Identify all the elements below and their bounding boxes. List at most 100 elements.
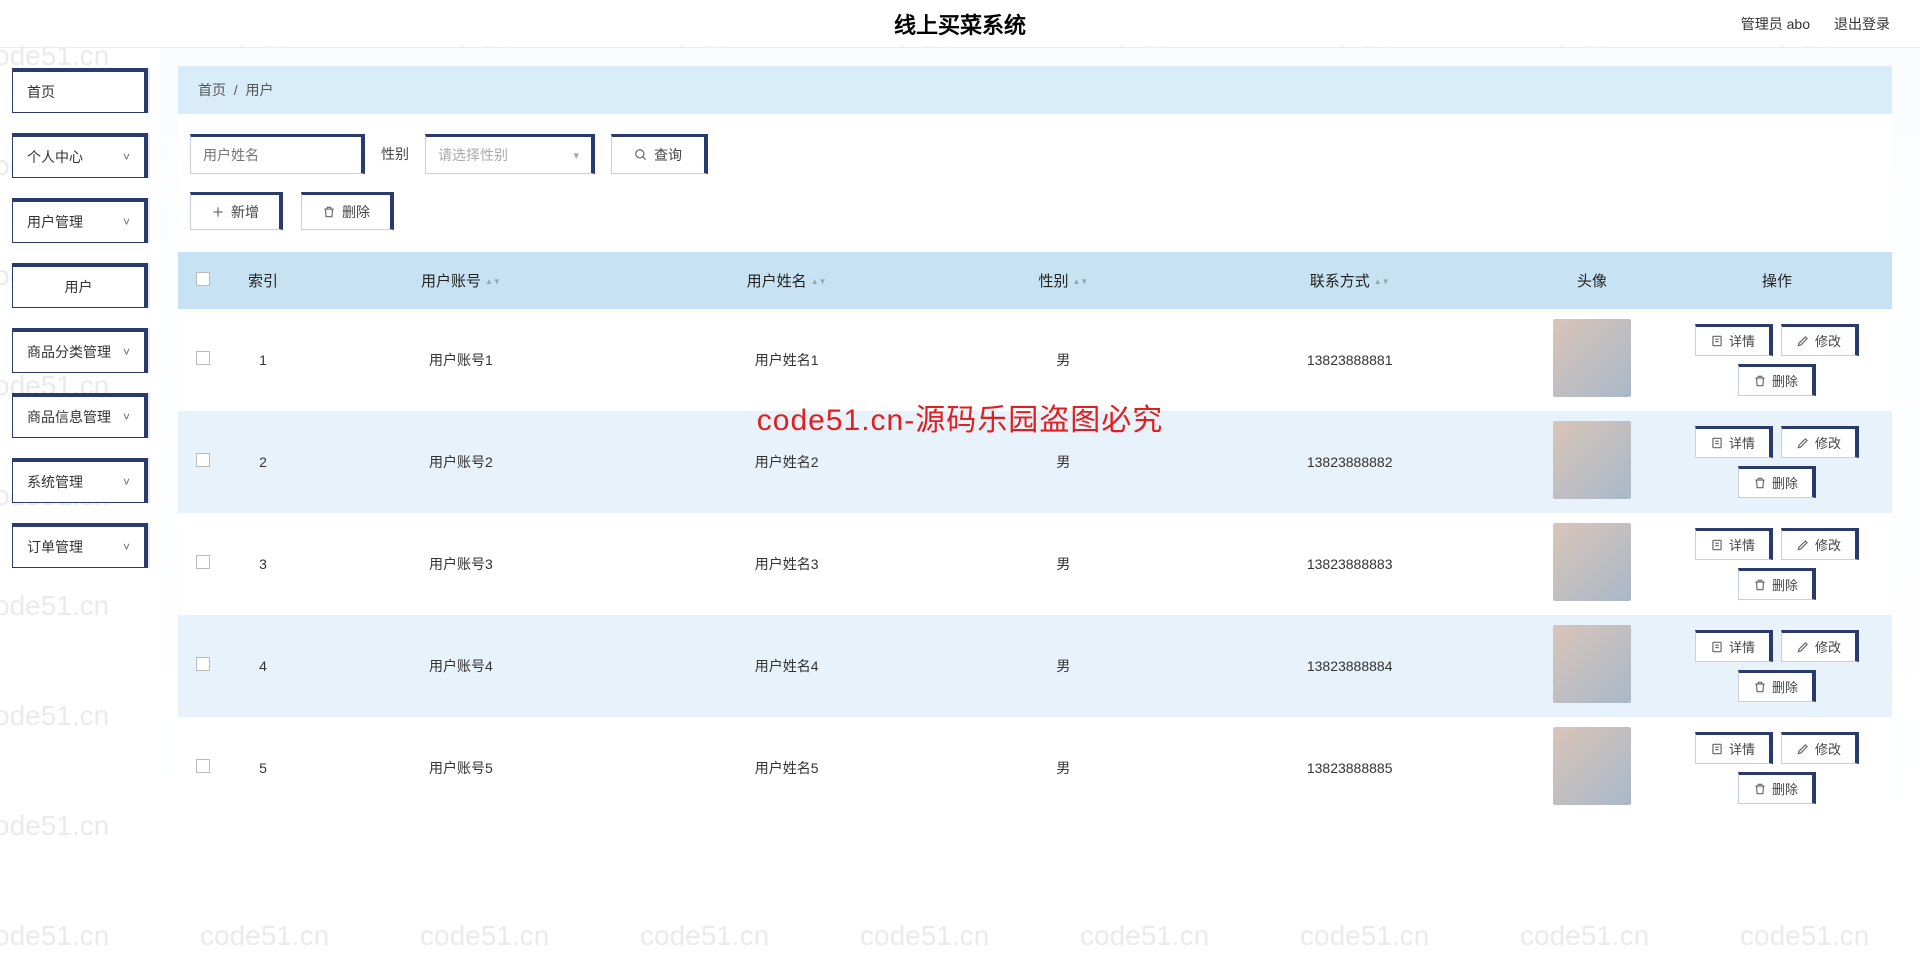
- row-delete-button[interactable]: 删除: [1738, 466, 1816, 498]
- cell-gender: 男: [949, 717, 1177, 819]
- avatar: [1553, 625, 1631, 703]
- sidebar-item-5[interactable]: 商品信息管理 ˅: [12, 393, 148, 438]
- delete-button[interactable]: 删除: [301, 192, 394, 230]
- search-toolbar: 性别 请选择性别 ▾ 查询: [190, 134, 1892, 174]
- table-row: 1用户账号1用户姓名1男13823888881详情修改删除: [178, 309, 1892, 411]
- chevron-down-icon: ˅: [123, 345, 130, 359]
- edit-button[interactable]: 修改: [1781, 732, 1859, 764]
- cell-name: 用户姓名4: [624, 615, 950, 717]
- row-delete-button[interactable]: 删除: [1738, 772, 1816, 804]
- detail-button[interactable]: 详情: [1695, 324, 1773, 356]
- logout-link[interactable]: 退出登录: [1834, 14, 1890, 34]
- sort-icon[interactable]: ▲▼: [1072, 279, 1088, 285]
- detail-button[interactable]: 详情: [1695, 732, 1773, 764]
- cell-account: 用户账号1: [298, 309, 624, 411]
- edit-button[interactable]: 修改: [1781, 426, 1859, 458]
- user-table: 索引 用户账号▲▼ 用户姓名▲▼ 性别▲▼ 联系方式▲▼ 头像 操作 1用户账号…: [178, 252, 1892, 819]
- sort-icon[interactable]: ▲▼: [1374, 279, 1390, 285]
- sidebar-item-4[interactable]: 商品分类管理 ˅: [12, 328, 148, 373]
- avatar: [1553, 727, 1631, 805]
- gender-label: 性别: [381, 144, 409, 164]
- select-all-checkbox[interactable]: [196, 272, 210, 286]
- row-checkbox[interactable]: [196, 351, 210, 365]
- cell-contact: 13823888885: [1177, 717, 1522, 819]
- avatar: [1553, 523, 1631, 601]
- sidebar-item-label: 商品信息管理: [27, 407, 111, 427]
- header: 线上买菜系统 管理员 abo 退出登录: [0, 0, 1920, 48]
- sort-icon[interactable]: ▲▼: [811, 279, 827, 285]
- cell-index: 2: [228, 411, 298, 513]
- detail-button[interactable]: 详情: [1695, 528, 1773, 560]
- admin-label[interactable]: 管理员 abo: [1741, 14, 1810, 34]
- sidebar-item-label: 用户: [65, 277, 93, 297]
- cell-gender: 男: [949, 615, 1177, 717]
- avatar: [1553, 421, 1631, 499]
- row-delete-button[interactable]: 删除: [1738, 670, 1816, 702]
- chevron-down-icon: ˅: [123, 475, 130, 489]
- detail-button[interactable]: 详情: [1695, 630, 1773, 662]
- sidebar-item-label: 系统管理: [27, 472, 83, 492]
- table-row: 2用户账号2用户姓名2男13823888882 详情修改删除: [178, 411, 1892, 513]
- chevron-down-icon: ˅: [123, 215, 130, 229]
- cell-account: 用户账号4: [298, 615, 624, 717]
- breadcrumb-current: 用户: [245, 82, 273, 98]
- sort-icon[interactable]: ▲▼: [485, 279, 501, 285]
- cell-account: 用户账号2: [298, 411, 624, 513]
- sidebar-item-1[interactable]: 个人中心 ˅: [12, 133, 148, 178]
- search-name-input[interactable]: [190, 134, 365, 174]
- chevron-down-icon: ˅: [123, 150, 130, 164]
- cell-name: 用户姓名2: [624, 411, 950, 513]
- sidebar-item-label: 首页: [27, 82, 55, 102]
- cell-account: 用户账号3: [298, 513, 624, 615]
- breadcrumb: 首页 / 用户: [178, 66, 1892, 114]
- plus-icon: [211, 205, 225, 219]
- cell-index: 3: [228, 513, 298, 615]
- row-delete-button[interactable]: 删除: [1738, 364, 1816, 396]
- edit-button[interactable]: 修改: [1781, 630, 1859, 662]
- chevron-down-icon: ▾: [573, 149, 579, 162]
- table-row: 5用户账号5用户姓名5男13823888885详情修改删除: [178, 717, 1892, 819]
- main-content: 首页 / 用户 性别 请选择性别 ▾ 查询 新增: [160, 48, 1920, 849]
- sidebar-item-label: 个人中心: [27, 147, 83, 167]
- row-checkbox[interactable]: [196, 453, 210, 467]
- cell-index: 5: [228, 717, 298, 819]
- cell-contact: 13823888881: [1177, 309, 1522, 411]
- row-checkbox[interactable]: [196, 759, 210, 773]
- sidebar-item-6[interactable]: 系统管理 ˅: [12, 458, 148, 503]
- row-checkbox[interactable]: [196, 555, 210, 569]
- edit-button[interactable]: 修改: [1781, 324, 1859, 356]
- cell-gender: 男: [949, 513, 1177, 615]
- gender-select[interactable]: 请选择性别 ▾: [425, 134, 595, 174]
- cell-name: 用户姓名5: [624, 717, 950, 819]
- add-button[interactable]: 新增: [190, 192, 283, 230]
- chevron-down-icon: ˅: [123, 540, 130, 554]
- action-bar: 新增 删除: [190, 192, 1892, 230]
- sidebar-item-label: 用户管理: [27, 212, 83, 232]
- cell-contact: 13823888883: [1177, 513, 1522, 615]
- cell-name: 用户姓名1: [624, 309, 950, 411]
- avatar: [1553, 319, 1631, 397]
- detail-button[interactable]: 详情: [1695, 426, 1773, 458]
- table-row: 4用户账号4用户姓名4男13823888884详情修改删除: [178, 615, 1892, 717]
- sidebar-item-7[interactable]: 订单管理 ˅: [12, 523, 148, 568]
- row-delete-button[interactable]: 删除: [1738, 568, 1816, 600]
- sidebar-item-label: 订单管理: [27, 537, 83, 557]
- cell-name: 用户姓名3: [624, 513, 950, 615]
- cell-index: 1: [228, 309, 298, 411]
- sidebar-item-3[interactable]: 用户: [12, 263, 148, 308]
- sidebar-item-label: 商品分类管理: [27, 342, 111, 362]
- sidebar: 首页个人中心 ˅ 用户管理 ˅ 用户商品分类管理 ˅ 商品信息管理 ˅ 系统管理 ˅ 订单管理 ˅: [0, 48, 160, 849]
- search-button[interactable]: 查询: [611, 134, 708, 174]
- breadcrumb-home[interactable]: 首页: [198, 82, 226, 98]
- cell-index: 4: [228, 615, 298, 717]
- sidebar-item-2[interactable]: 用户管理 ˅: [12, 198, 148, 243]
- chevron-down-icon: ˅: [123, 410, 130, 424]
- cell-contact: 13823888882: [1177, 411, 1522, 513]
- row-checkbox[interactable]: [196, 657, 210, 671]
- cell-gender: 男: [949, 411, 1177, 513]
- edit-button[interactable]: 修改: [1781, 528, 1859, 560]
- table-row: 3用户账号3用户姓名3男13823888883 详情修改删除: [178, 513, 1892, 615]
- app-title: 线上买菜系统: [894, 8, 1026, 40]
- search-icon: [634, 148, 648, 162]
- sidebar-item-0[interactable]: 首页: [12, 68, 148, 113]
